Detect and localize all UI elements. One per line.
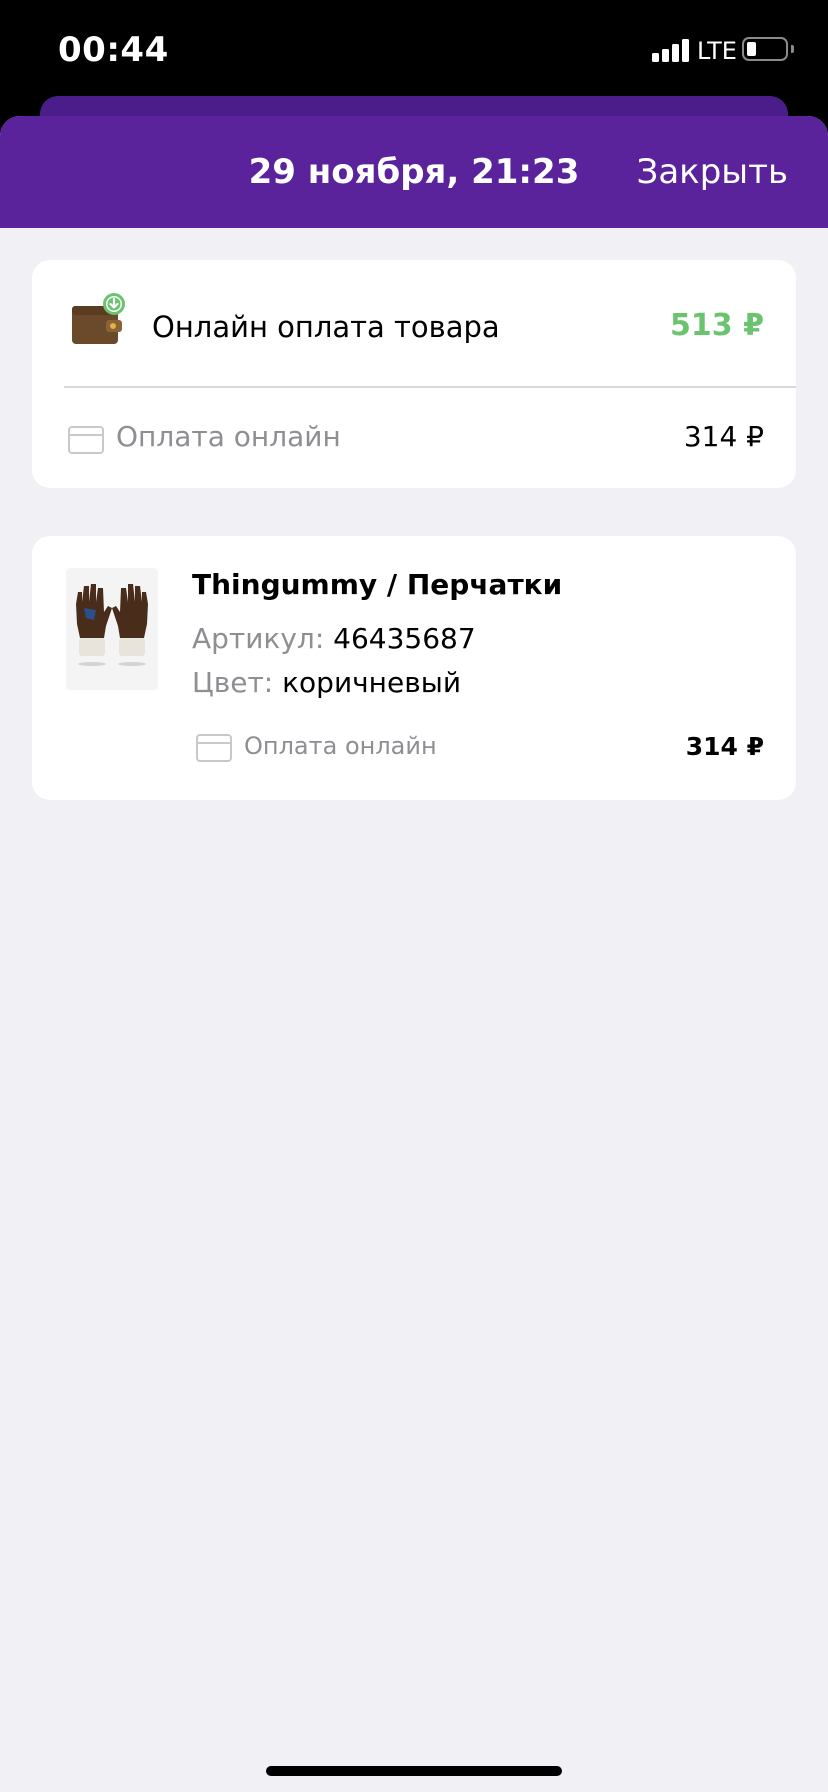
status-time: 00:44 <box>58 30 169 70</box>
network-type: LTE <box>697 37 737 65</box>
battery-tip <box>791 45 794 53</box>
divider <box>64 386 796 388</box>
summary-title: Онлайн оплата товара <box>152 310 500 344</box>
article-value: 46435687 <box>333 622 476 655</box>
payment-summary-card: Онлайн оплата товара 513 ₽ Оплата онлайн… <box>32 260 796 488</box>
sheet-header: 29 ноября, 21:23 Закрыть <box>0 116 828 228</box>
transaction-sheet: 29 ноября, 21:23 Закрыть Онлайн оплата т… <box>0 116 828 1792</box>
product-article: Артикул: 46435687 <box>192 622 476 655</box>
close-button[interactable]: Закрыть <box>637 152 788 192</box>
product-payment-amount: 314 ₽ <box>685 732 764 761</box>
article-label: Артикул: <box>192 622 325 655</box>
product-color: Цвет: коричневый <box>192 666 461 699</box>
battery-icon <box>742 37 788 61</box>
status-bar: 00:44 LTE <box>0 0 828 100</box>
payment-amount: 314 ₽ <box>683 420 764 453</box>
product-name: Thingummy / Перчатки <box>192 568 563 601</box>
home-indicator[interactable] <box>266 1766 562 1776</box>
wallet-icon <box>72 293 125 344</box>
payment-method-label: Оплата онлайн <box>116 420 341 453</box>
product-card[interactable]: Thingummy / Перчатки Артикул: 46435687 Ц… <box>32 536 796 800</box>
product-image[interactable] <box>66 568 158 690</box>
summary-amount: 513 ₽ <box>670 308 764 343</box>
gloves-image <box>66 568 158 690</box>
color-value: коричневый <box>282 666 462 699</box>
credit-card-icon <box>68 426 104 454</box>
cellular-signal-icon <box>652 38 692 62</box>
color-label: Цвет: <box>192 666 274 699</box>
product-payment-label: Оплата онлайн <box>244 732 437 760</box>
credit-card-icon <box>196 734 232 762</box>
